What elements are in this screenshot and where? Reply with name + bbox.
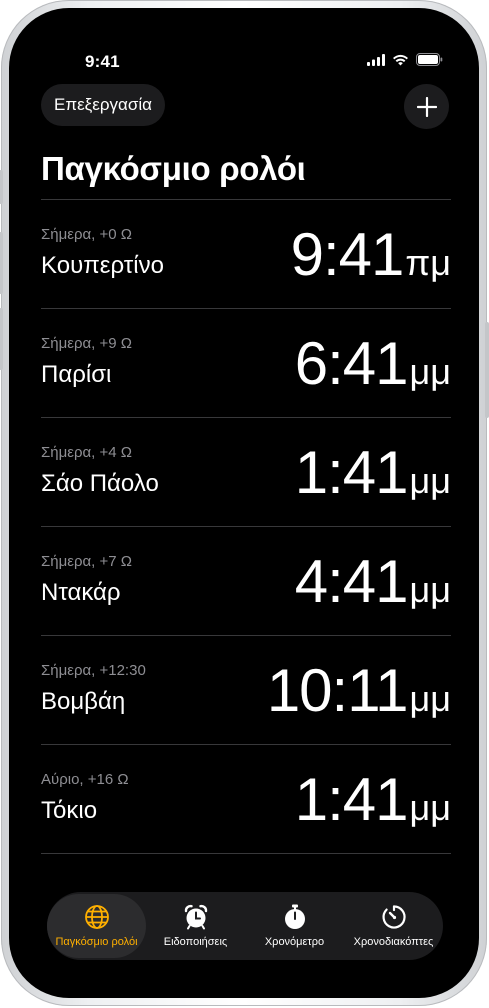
city-time: 6:41μμ bbox=[295, 329, 451, 398]
clock-row-mumbai[interactable]: Σήμερα, +12:30 Βομβάη 10:11μμ bbox=[41, 635, 451, 744]
city-time: 1:41μμ bbox=[295, 765, 451, 834]
city-name: Σάο Πάολο bbox=[41, 470, 159, 497]
edit-button[interactable]: Επεξεργασία bbox=[41, 84, 165, 126]
volume-up-button bbox=[0, 232, 3, 294]
am-pm-label: πμ bbox=[405, 242, 451, 283]
city-name: Βομβάη bbox=[41, 688, 126, 715]
city-name: Παρίσι bbox=[41, 361, 112, 388]
clock-row-dakar[interactable]: Σήμερα, +7 Ω Ντακάρ 4:41μμ bbox=[41, 526, 451, 635]
wifi-icon bbox=[393, 54, 408, 65]
tab-stopwatch[interactable]: Χρονόμετρο bbox=[245, 894, 344, 958]
city-time: 10:11μμ bbox=[267, 656, 451, 725]
globe-icon bbox=[84, 905, 109, 929]
time-digits: 9:41 bbox=[290, 221, 405, 288]
tab-label: Χρονοδιακόπτες bbox=[353, 936, 434, 948]
am-pm-label: μμ bbox=[409, 787, 451, 828]
battery-icon bbox=[416, 53, 443, 66]
tab-bar: Παγκόσμιο ρολόι Ειδοποιήσεις Χρονόμετρο … bbox=[47, 892, 443, 960]
tab-timers[interactable]: Χρονοδιακόπτες bbox=[344, 894, 443, 958]
time-digits: 1:41 bbox=[294, 766, 409, 833]
plus-icon bbox=[416, 96, 437, 117]
tab-label: Ειδοποιήσεις bbox=[163, 936, 228, 948]
phone-frame: 9:41 Επεξεργασία Παγκόσμιο ρολόι Σήμερα,… bbox=[0, 0, 489, 1006]
page-title: Παγκόσμιο ρολόι bbox=[41, 150, 306, 187]
clock-row-paris[interactable]: Σήμερα, +9 Ω Παρίσι 6:41μμ bbox=[41, 308, 451, 417]
time-offset: Σήμερα, +9 Ω bbox=[41, 335, 132, 352]
timer-icon bbox=[381, 905, 406, 929]
am-pm-label: μμ bbox=[409, 569, 451, 610]
time-offset: Αύριο, +16 Ω bbox=[41, 771, 129, 788]
time-offset: Σήμερα, +0 Ω bbox=[41, 226, 132, 243]
action-button bbox=[0, 170, 3, 204]
city-time: 4:41μμ bbox=[295, 547, 451, 616]
city-name: Τόκιο bbox=[41, 797, 98, 824]
am-pm-label: μμ bbox=[409, 460, 451, 501]
screen: 9:41 Επεξεργασία Παγκόσμιο ρολόι Σήμερα,… bbox=[9, 8, 479, 998]
clock-row-cupertino[interactable]: Σήμερα, +0 Ω Κουπερτίνο 9:41πμ bbox=[41, 199, 451, 308]
status-icons bbox=[367, 53, 443, 66]
power-button bbox=[485, 322, 489, 418]
clock-row-sao-paulo[interactable]: Σήμερα, +4 Ω Σάο Πάολο 1:41μμ bbox=[41, 417, 451, 526]
tab-label: Παγκόσμιο ρολόι bbox=[55, 936, 138, 948]
tab-alarms[interactable]: Ειδοποιήσεις bbox=[146, 894, 245, 958]
city-name: Κουπερτίνο bbox=[41, 252, 164, 279]
add-button[interactable] bbox=[404, 84, 449, 129]
time-digits: 4:41 bbox=[294, 548, 409, 615]
am-pm-label: μμ bbox=[409, 351, 451, 392]
city-time: 1:41μμ bbox=[295, 438, 451, 507]
clock-row-tokyo[interactable]: Αύριο, +16 Ω Τόκιο 1:41μμ bbox=[41, 744, 451, 854]
time-offset: Σήμερα, +7 Ω bbox=[41, 553, 132, 570]
time-digits: 6:41 bbox=[294, 330, 409, 397]
alarm-clock-icon bbox=[184, 904, 207, 930]
world-clock-list: Σήμερα, +0 Ω Κουπερτίνο 9:41πμ Σήμερα, +… bbox=[41, 199, 451, 854]
am-pm-label: μμ bbox=[409, 678, 451, 719]
stopwatch-icon bbox=[284, 904, 305, 929]
tab-world-clock[interactable]: Παγκόσμιο ρολόι bbox=[47, 894, 146, 958]
city-name: Ντακάρ bbox=[41, 579, 121, 606]
time-offset: Σήμερα, +12:30 bbox=[41, 662, 146, 679]
time-digits: 1:41 bbox=[294, 439, 409, 506]
time-digits: 10:11 bbox=[266, 657, 409, 724]
tab-label: Χρονόμετρο bbox=[264, 936, 325, 948]
city-time: 9:41πμ bbox=[291, 220, 451, 289]
status-time: 9:41 bbox=[85, 52, 120, 71]
cellular-signal-icon bbox=[367, 53, 385, 66]
time-offset: Σήμερα, +4 Ω bbox=[41, 444, 132, 461]
volume-down-button bbox=[0, 308, 3, 370]
